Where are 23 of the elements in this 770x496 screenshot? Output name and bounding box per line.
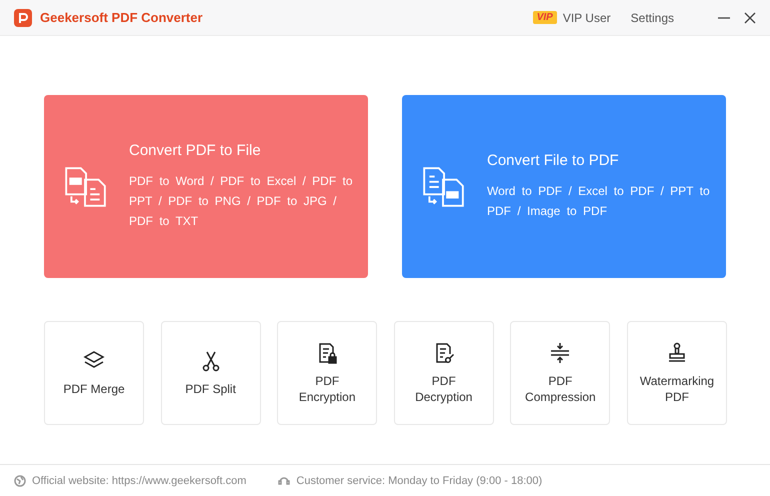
tool-label: PDF Decryption <box>414 373 474 405</box>
tool-tile[interactable]: Watermarking PDF <box>626 321 727 425</box>
settings-button[interactable]: Settings <box>630 10 674 24</box>
tool-tile[interactable]: PDF Merge <box>44 321 144 425</box>
tool-tile[interactable]: PDF Decryption <box>394 321 494 425</box>
card-title: Convert File to PDF <box>487 152 620 169</box>
tool-label: PDF Encryption <box>298 373 357 405</box>
headset-icon <box>278 474 290 486</box>
tool-label: Watermarking PDF <box>640 373 714 405</box>
app-logo-icon <box>14 8 32 26</box>
website-text: Official website: https://www.geekersoft.com <box>32 474 246 486</box>
service-hours-text: Customer service: Monday to Friday (9:00 - 18:00) <box>296 474 542 486</box>
card-title: Convert PDF to File <box>129 142 262 159</box>
app-title: Geekersoft PDF Converter <box>40 10 203 25</box>
tool-label: PDF Split <box>185 381 236 397</box>
tool-tile[interactable]: PDF Encryption <box>277 321 378 425</box>
tool-label: PDF Compression <box>525 373 596 405</box>
tool-tile[interactable]: PDF Compression <box>510 321 610 425</box>
tool-label: PDF Merge <box>63 381 125 397</box>
tool-tile[interactable]: PDF Split <box>160 321 261 425</box>
vip-badge: VIP <box>532 11 557 24</box>
vip-user-label[interactable]: VIP User <box>562 10 611 24</box>
close-icon[interactable] <box>744 12 756 24</box>
